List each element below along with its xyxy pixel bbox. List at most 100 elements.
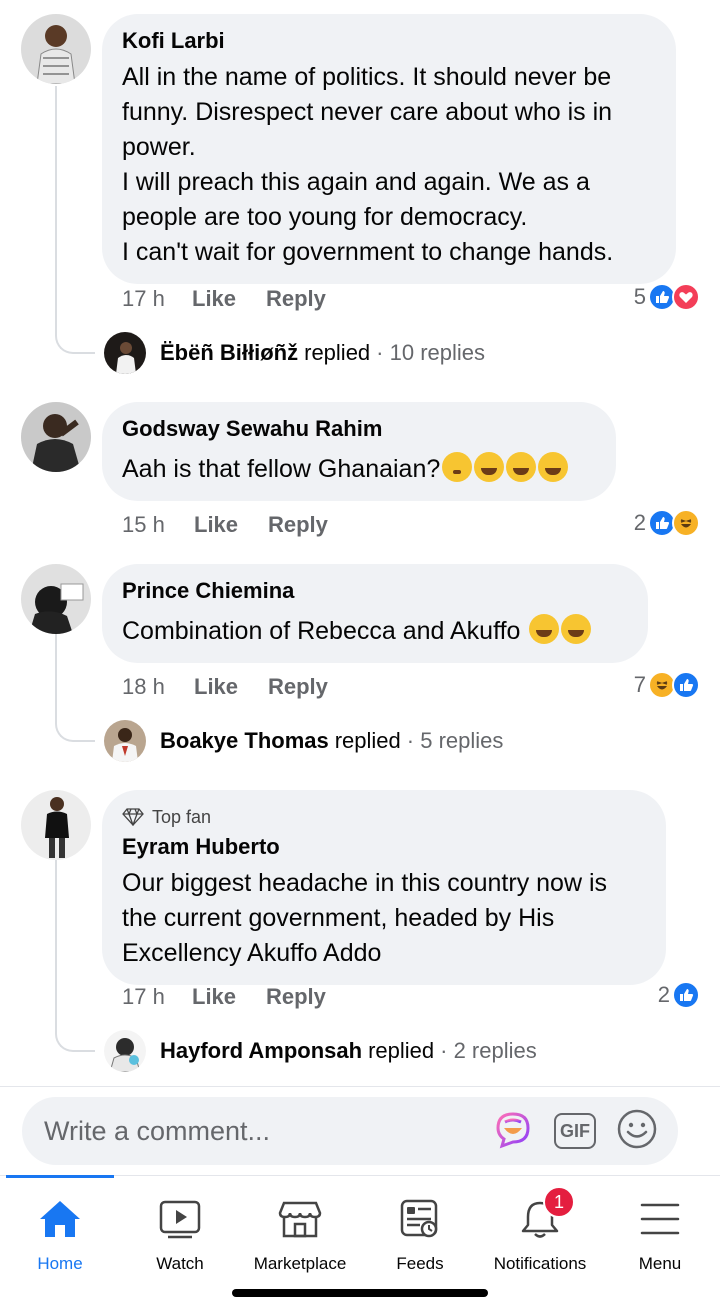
view-replies-link[interactable]: Boakye Thomas replied · 5 replies <box>146 728 503 754</box>
home-icon <box>37 1196 83 1242</box>
reaction-count: 7 <box>633 672 646 697</box>
comment-author[interactable]: Prince Chiemina <box>122 578 628 604</box>
comment-bubble[interactable]: Prince Chiemina Combination of Rebecca a… <box>102 564 648 663</box>
comment-line: Excellency Akuffo Addo <box>122 939 382 967</box>
nav-label: Menu <box>638 1254 682 1273</box>
nav-watch[interactable]: Watch <box>120 1196 240 1274</box>
rofl-emoji-icon <box>474 452 505 482</box>
comment-author[interactable]: Godsway Sewahu Rahim <box>122 416 596 442</box>
comment-line: I will preach this again and again. We a… <box>122 168 590 196</box>
comment-line: All in the name of politics. It should n… <box>122 63 612 91</box>
reply-count: · 10 replies <box>376 340 486 365</box>
comment-line: Our biggest headache in this country now… <box>122 869 607 897</box>
nav-menu[interactable]: Menu <box>600 1196 720 1274</box>
comment-input[interactable] <box>22 1115 492 1147</box>
like-button[interactable]: Like <box>194 674 268 700</box>
avatar[interactable] <box>104 1030 146 1072</box>
reaction-summary[interactable]: 2 <box>658 981 700 1009</box>
comment-bubble[interactable]: Top fan Eyram Huberto Our biggest headac… <box>102 790 666 985</box>
marketplace-icon <box>277 1196 323 1242</box>
reaction-summary[interactable]: 5 <box>634 283 700 311</box>
avatar[interactable] <box>21 564 91 634</box>
like-reaction-icon <box>672 981 700 1009</box>
reaction-count: 2 <box>633 510 646 535</box>
comment-meta: 15 h Like Reply <box>122 512 328 538</box>
reply-button[interactable]: Reply <box>268 674 328 700</box>
comments-list: Kofi Larbi All in the name of politics. … <box>0 0 720 1085</box>
reply-button[interactable]: Reply <box>268 512 328 538</box>
avatar[interactable] <box>21 402 91 472</box>
rofl-emoji-icon <box>529 614 560 644</box>
comment-text: Combination of Rebecca and Akuffo <box>122 614 628 649</box>
view-replies-link[interactable]: Hayford Amponsah replied · 2 replies <box>146 1038 537 1064</box>
notification-badge: 1 <box>543 1186 575 1218</box>
comment-time: 17 h <box>122 984 165 1009</box>
watch-icon <box>157 1196 203 1242</box>
reply-button[interactable]: Reply <box>266 286 326 312</box>
feeds-icon <box>397 1196 443 1242</box>
nav-notifications[interactable]: 1 Notifications <box>480 1186 600 1274</box>
reaction-summary[interactable]: 2 <box>634 509 700 537</box>
like-button[interactable]: Like <box>194 512 268 538</box>
comment-meta: 17 h Like Reply <box>122 984 326 1010</box>
comment-line: the current government, headed by His <box>122 904 555 932</box>
active-tab-indicator <box>6 1175 114 1178</box>
comment-text: All in the name of politics. It should n… <box>122 60 656 270</box>
reply-count: · 2 replies <box>440 1038 537 1063</box>
comment-line: I can't wait for government to change ha… <box>122 238 614 266</box>
composer-divider <box>0 1086 720 1087</box>
home-indicator[interactable] <box>232 1289 488 1297</box>
comment-time: 17 h <box>122 286 165 311</box>
nav-marketplace[interactable]: Marketplace <box>240 1196 360 1274</box>
comment-author[interactable]: Kofi Larbi <box>122 28 656 54</box>
nav-label: Feeds <box>396 1254 444 1273</box>
comment-time: 15 h <box>122 512 165 537</box>
reply-verb: replied <box>368 1038 435 1063</box>
nav-feeds[interactable]: Feeds <box>360 1196 480 1274</box>
comment-meta: 18 h Like Reply <box>122 674 328 700</box>
top-fan-badge: Top fan <box>122 806 646 828</box>
rofl-emoji-icon <box>538 452 569 482</box>
haha-reaction-icon <box>672 509 700 537</box>
flushed-emoji-icon <box>442 452 473 482</box>
view-replies-link[interactable]: Ëbëñ Biłłiøñž replied · 10 replies <box>146 340 485 366</box>
avatar[interactable] <box>21 14 91 84</box>
nav-label: Marketplace <box>253 1254 347 1273</box>
reply-count: · 5 replies <box>406 728 504 753</box>
gif-icon[interactable]: GIF <box>554 1113 596 1149</box>
reply-verb: replied <box>304 340 371 365</box>
comment-bubble[interactable]: Godsway Sewahu Rahim Aah is that fellow … <box>102 402 616 501</box>
comment-author[interactable]: Eyram Huberto <box>122 834 646 860</box>
menu-icon <box>637 1196 683 1242</box>
comment-line: Combination of Rebecca and Akuffo <box>122 617 521 645</box>
thread-line <box>55 634 95 742</box>
comment-line: power. <box>122 133 196 161</box>
like-button[interactable]: Like <box>192 286 266 312</box>
comment-bubble[interactable]: Kofi Larbi All in the name of politics. … <box>102 14 676 284</box>
comment-composer[interactable]: GIF <box>22 1097 678 1165</box>
comment-line: people are too young for democracy. <box>122 203 528 231</box>
reaction-count: 5 <box>633 284 646 309</box>
avatar[interactable] <box>104 720 146 762</box>
reaction-summary[interactable]: 7 <box>634 671 700 699</box>
reply-author: Boakye Thomas <box>160 728 329 753</box>
reply-button[interactable]: Reply <box>266 984 326 1010</box>
nav-label: Watch <box>156 1254 204 1273</box>
reaction-count: 2 <box>657 982 670 1007</box>
rofl-emoji-icon <box>561 614 592 644</box>
bell-icon: 1 <box>517 1186 575 1242</box>
nav-home[interactable]: Home <box>0 1196 120 1274</box>
reply-author: Hayford Amponsah <box>160 1038 363 1063</box>
nav-label: Notifications <box>493 1254 587 1273</box>
avatar[interactable] <box>21 790 91 860</box>
composer-actions: GIF <box>492 1108 678 1155</box>
avatar-sticker-icon[interactable] <box>492 1108 534 1155</box>
reply-author: Ëbëñ Biłłiøñž <box>160 340 299 365</box>
rofl-emoji-icon <box>506 452 537 482</box>
nav-label: Home <box>37 1254 83 1273</box>
like-button[interactable]: Like <box>192 984 266 1010</box>
comment-meta: 17 h Like Reply <box>122 286 326 312</box>
comment-time: 18 h <box>122 674 165 699</box>
emoji-icon[interactable] <box>616 1108 658 1155</box>
avatar[interactable] <box>104 332 146 374</box>
